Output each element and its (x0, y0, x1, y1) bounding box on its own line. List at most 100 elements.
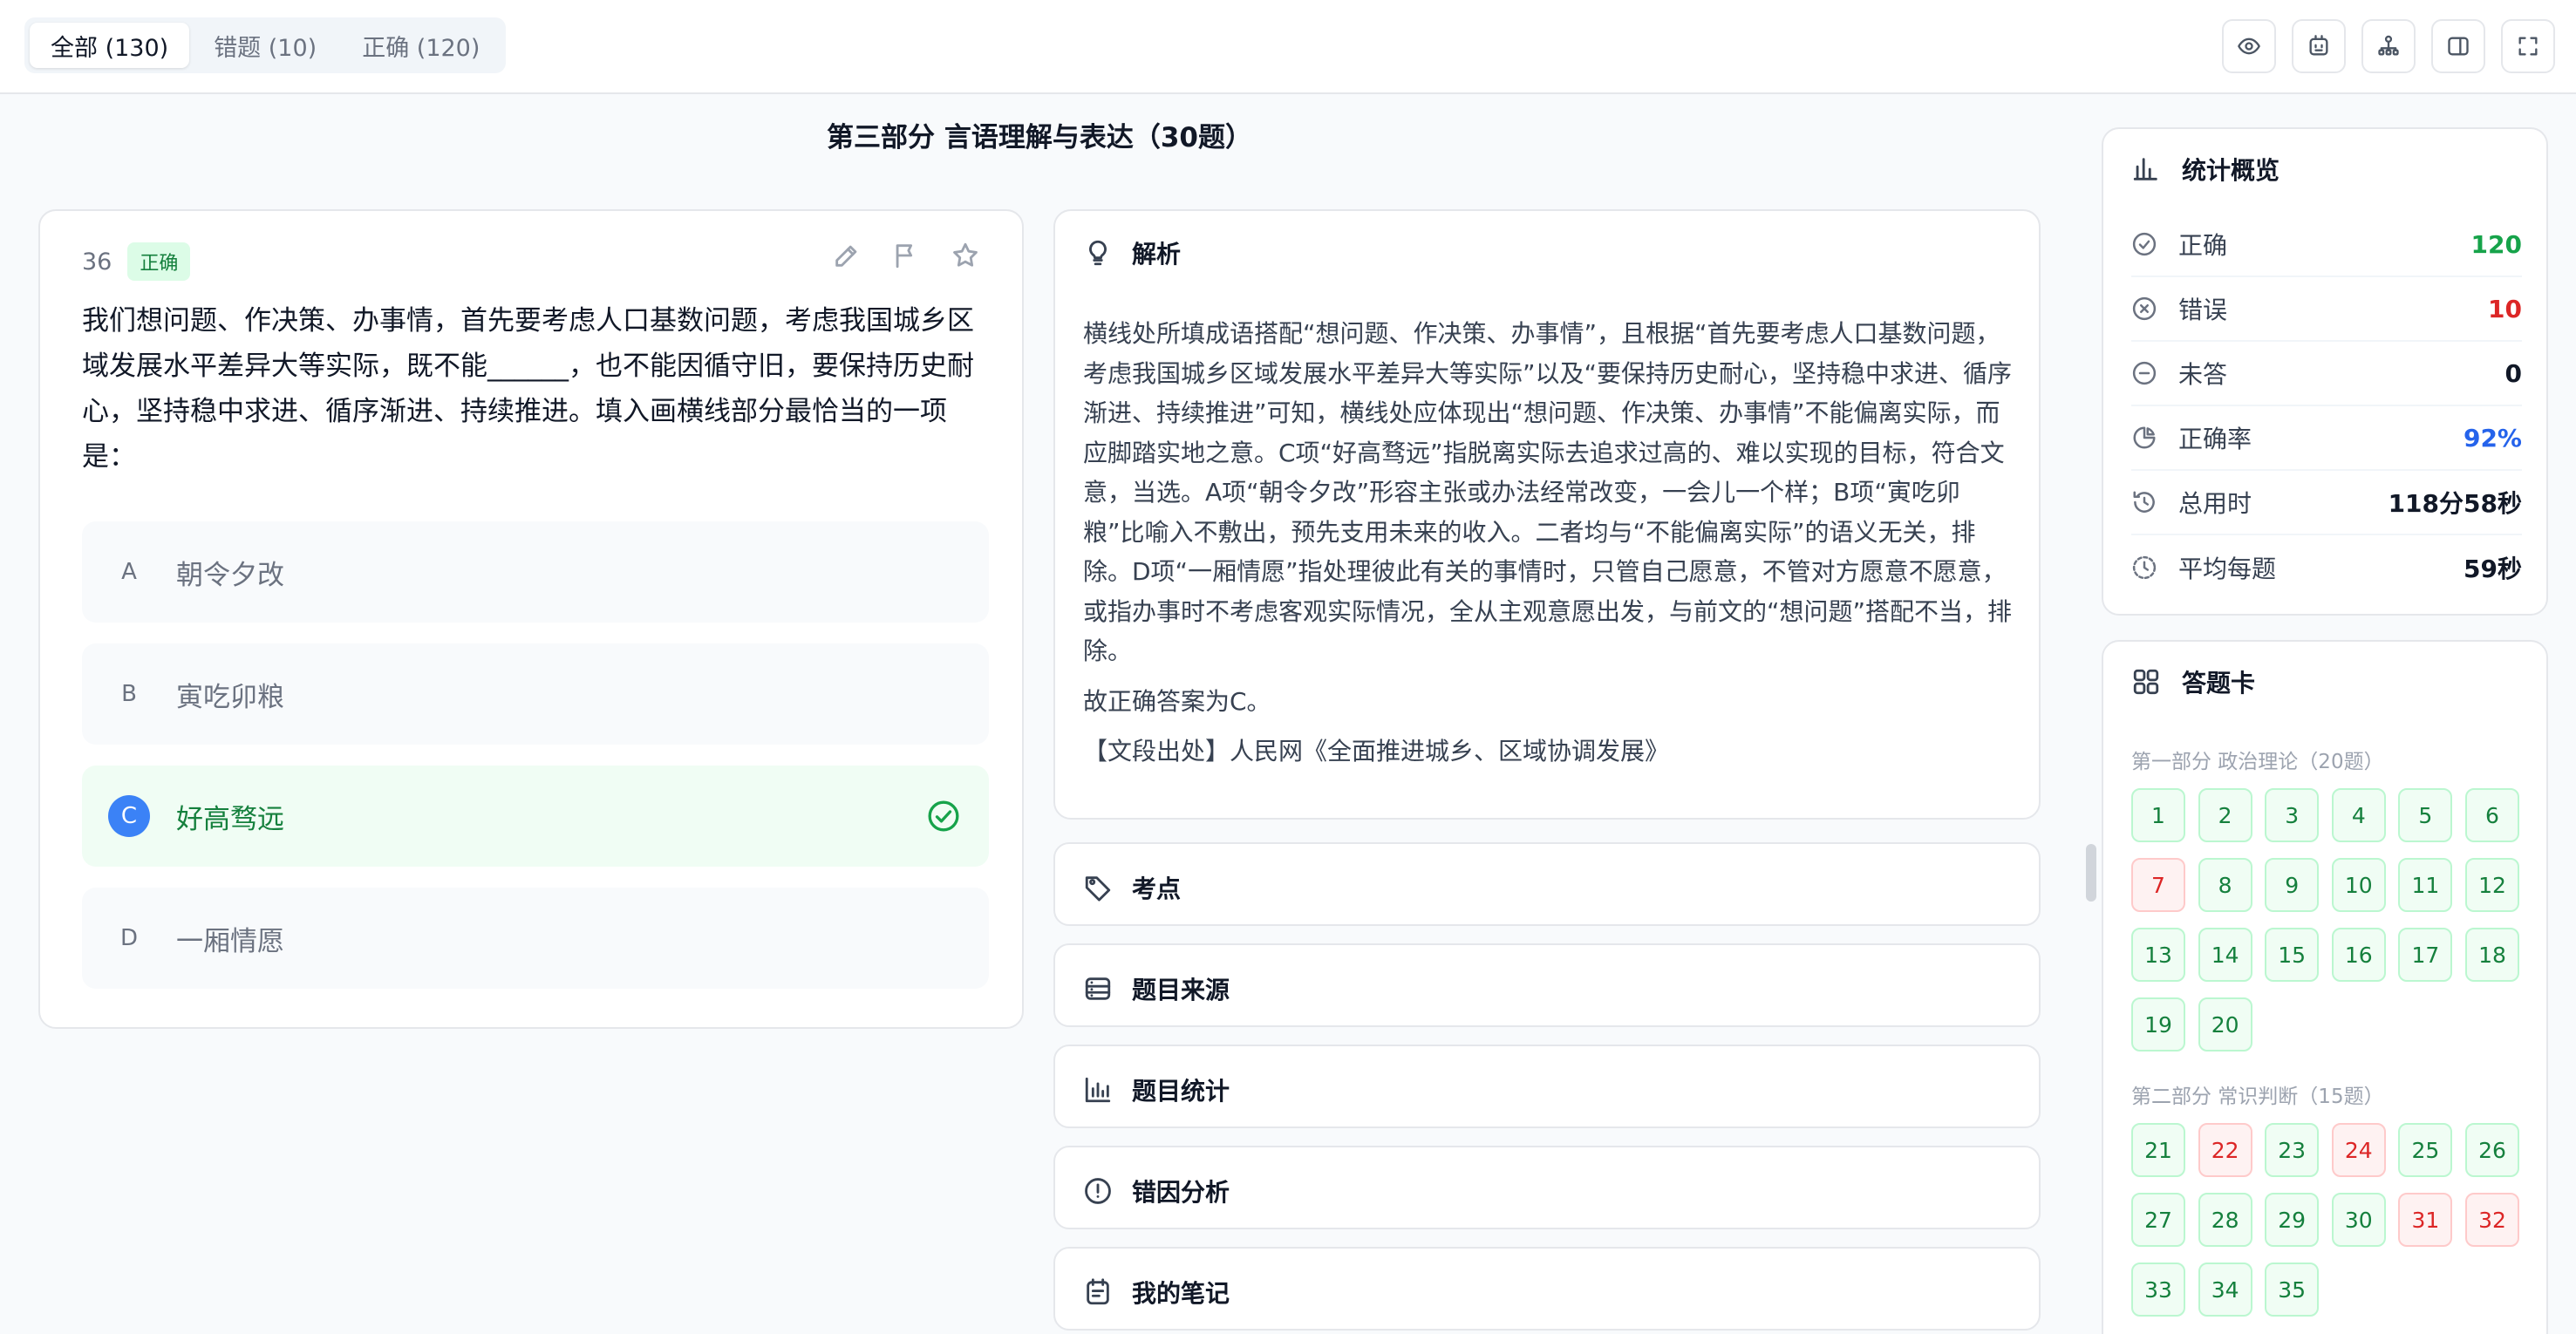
analysis-panel: 解析 横线处所填成语搭配“想问题、作决策、办事情”，且根据“首先要考虑人口基数问… (1053, 209, 2041, 820)
answer-cell-1[interactable]: 1 (2131, 788, 2185, 842)
option-b[interactable]: B 寅吃卯粮 (82, 643, 989, 745)
answer-cell-27[interactable]: 27 (2131, 1193, 2185, 1247)
option-d[interactable]: D 一厢情愿 (82, 888, 989, 989)
panel-question-source[interactable]: 题目来源 (1053, 943, 2041, 1027)
answer-cell-4[interactable]: 4 (2331, 788, 2386, 842)
top-bar: 全部 (130) 错题 (10) 正确 (120) (0, 0, 2576, 94)
sidebar-toggle-button[interactable] (2431, 19, 2485, 73)
filter-tab-correct[interactable]: 正确 (120) (341, 23, 501, 68)
stat-label: 平均每题 (2178, 555, 2277, 583)
bar-chart-icon (2133, 158, 2157, 180)
answer-grid-part-1: 1 2 3 4 5 6 7 8 9 10 11 12 13 14 15 16 17 18 19 20 (2131, 788, 2519, 1052)
answer-cell-16[interactable]: 16 (2331, 928, 2386, 982)
answer-cell-5[interactable]: 5 (2398, 788, 2453, 842)
stat-value: 120 (2470, 229, 2522, 259)
question-card: 36 正确 我们想问题、作决策、办事情，首先要考虑人口基数问题，考虑我国城乡区域… (38, 209, 1024, 1029)
x-circle-icon (2132, 296, 2157, 321)
panel-title: 题目统计 (1132, 1077, 1230, 1106)
alert-circle-icon (1085, 1178, 1111, 1204)
answer-cell-8[interactable]: 8 (2198, 858, 2252, 912)
check-circle-icon (2132, 232, 2157, 256)
stats-header: 统计概览 (2131, 152, 2280, 187)
stat-value: 59秒 (2464, 555, 2522, 583)
answer-cell-14[interactable]: 14 (2198, 928, 2252, 982)
analysis-source: 【文段出处】人民网《全面推进城乡、区域协调发展》 (1083, 737, 1670, 766)
stat-wrong: 错误 10 (2131, 277, 2522, 342)
answer-cell-25[interactable]: 25 (2398, 1123, 2453, 1177)
answer-cell-15[interactable]: 15 (2265, 928, 2320, 982)
check-circle-icon (926, 799, 961, 834)
answer-cell-22[interactable]: 22 (2198, 1123, 2252, 1177)
hierarchy-button[interactable] (2361, 19, 2416, 73)
panel-key-points[interactable]: 考点 (1053, 842, 2041, 926)
answer-cell-19[interactable]: 19 (2131, 997, 2185, 1052)
flag-icon[interactable] (891, 241, 921, 270)
answer-cell-33[interactable]: 33 (2131, 1263, 2185, 1317)
answer-grid-part-2: 21 22 23 24 25 26 27 28 29 30 31 32 33 34 35 (2131, 1123, 2519, 1317)
timer-icon (2132, 555, 2157, 580)
panel-my-notes[interactable]: 我的笔记 (1053, 1247, 2041, 1331)
answer-cell-34[interactable]: 34 (2198, 1263, 2252, 1317)
answer-cell-20[interactable]: 20 (2198, 997, 2252, 1052)
analysis-header[interactable]: 解析 (1083, 235, 1181, 270)
answer-cell-31[interactable]: 31 (2398, 1193, 2453, 1247)
stat-value: 0 (2504, 358, 2522, 388)
answer-cell-12[interactable]: 12 (2464, 858, 2519, 912)
fullscreen-button[interactable] (2501, 19, 2555, 73)
bar-chart-icon (1085, 1077, 1111, 1103)
sidebar-toggle-icon (2448, 37, 2469, 56)
stat-value: 92% (2463, 423, 2522, 453)
panel-question-stats[interactable]: 题目统计 (1053, 1045, 2041, 1128)
panel-error-analysis[interactable]: 错因分析 (1053, 1146, 2041, 1229)
option-text: 一厢情愿 (176, 925, 284, 957)
panel-header: 题目来源 (1083, 971, 1230, 1006)
stats-overview: 统计概览 正确 120 错误 10 未答 0 正确率 92% 总用时 118分5… (2102, 127, 2548, 616)
stat-label: 错误 (2178, 296, 2228, 324)
filter-tab-wrong[interactable]: 错题 (10) (193, 23, 337, 68)
answer-cell-17[interactable]: 17 (2398, 928, 2453, 982)
edit-icon[interactable] (832, 241, 862, 270)
answer-cell-30[interactable]: 30 (2331, 1193, 2386, 1247)
resize-handle[interactable] (2086, 844, 2096, 902)
option-a[interactable]: A 朝令夕改 (82, 521, 989, 623)
answer-cell-6[interactable]: 6 (2464, 788, 2519, 842)
stats-title: 统计概览 (2182, 156, 2280, 185)
answer-cell-2[interactable]: 2 (2198, 788, 2252, 842)
ai-icon (2309, 35, 2328, 56)
answer-cell-28[interactable]: 28 (2198, 1193, 2252, 1247)
stat-label: 未答 (2178, 360, 2228, 389)
answer-cell-21[interactable]: 21 (2131, 1123, 2185, 1177)
answer-cell-23[interactable]: 23 (2265, 1123, 2320, 1177)
notes-icon (1087, 1278, 1109, 1305)
question-number: 36 (82, 248, 112, 276)
answer-cell-11[interactable]: 11 (2398, 858, 2453, 912)
answer-cell-24[interactable]: 24 (2331, 1123, 2386, 1177)
database-icon (1085, 977, 1111, 1000)
ai-button[interactable] (2292, 19, 2346, 73)
answer-cell-29[interactable]: 29 (2265, 1193, 2320, 1247)
tag-icon (1085, 876, 1111, 902)
filter-tab-all[interactable]: 全部 (130) (30, 23, 190, 68)
analysis-title: 解析 (1132, 240, 1182, 269)
answer-cell-13[interactable]: 13 (2131, 928, 2185, 982)
option-text: 好高骛远 (176, 803, 284, 835)
star-icon[interactable] (951, 241, 980, 270)
stat-value: 118分58秒 (2388, 489, 2522, 518)
options-list: A 朝令夕改 B 寅吃卯粮 C 好高骛远 D 一厢情愿 (82, 521, 989, 1010)
answer-cell-35[interactable]: 35 (2265, 1263, 2320, 1317)
answer-cell-26[interactable]: 26 (2464, 1123, 2519, 1177)
stat-label: 正确率 (2178, 425, 2252, 453)
answer-cell-10[interactable]: 10 (2331, 858, 2386, 912)
option-c[interactable]: C 好高骛远 (82, 766, 989, 867)
answer-cell-32[interactable]: 32 (2464, 1193, 2519, 1247)
answer-cell-7[interactable]: 7 (2131, 858, 2185, 912)
option-letter: C (108, 795, 150, 837)
panel-title: 题目来源 (1132, 976, 1230, 1004)
stat-unanswered: 未答 0 (2131, 342, 2522, 406)
answer-cell-18[interactable]: 18 (2464, 928, 2519, 982)
answer-cell-3[interactable]: 3 (2265, 788, 2320, 842)
view-button[interactable] (2222, 19, 2276, 73)
panel-header: 我的笔记 (1083, 1275, 1230, 1310)
answer-cell-9[interactable]: 9 (2265, 858, 2320, 912)
analysis-answer: 故正确答案为C。 (1083, 686, 1271, 716)
